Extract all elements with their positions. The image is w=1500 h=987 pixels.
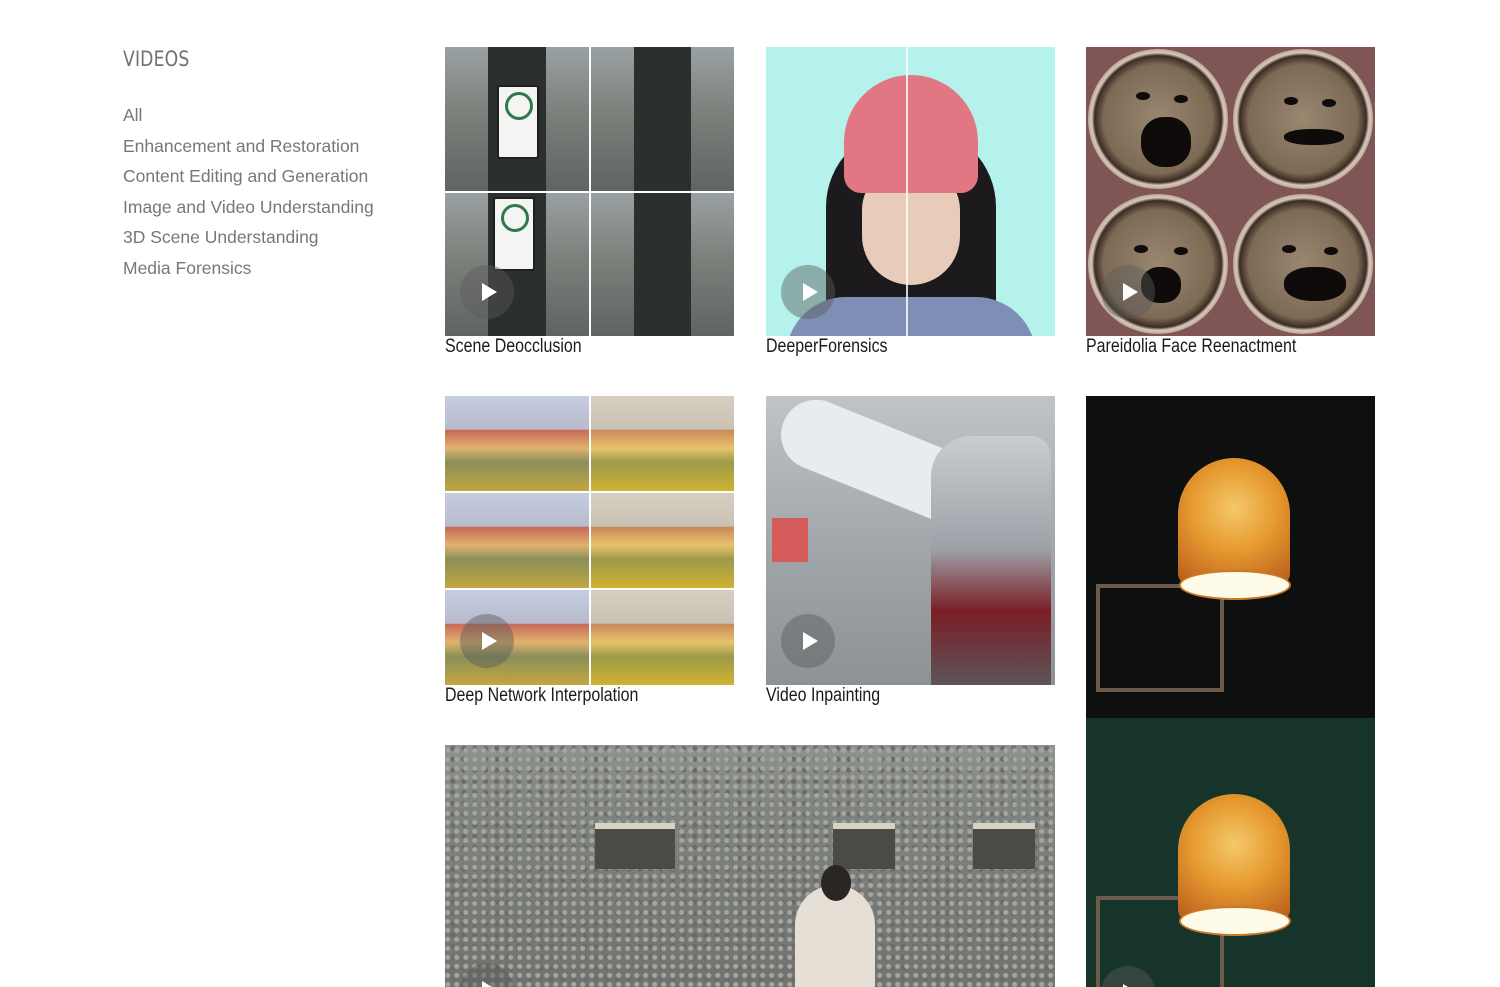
face-eye [1324,247,1338,255]
thumbnail-frame [445,493,589,588]
thumbnail-performer-head [821,865,851,901]
play-icon[interactable] [460,963,514,987]
play-icon[interactable] [460,614,514,668]
face-eye [1284,97,1298,105]
face-eye [1134,245,1148,253]
video-category-sidebar: VIDEOS All Enhancement and Restoration C… [123,44,413,284]
thumbnail-armored-figure [931,436,1051,685]
video-caption[interactable]: DeeperForensics [766,335,888,359]
filter-all[interactable]: All [123,100,413,131]
thumbnail-frame [445,396,589,491]
video-card-scene-deocclusion[interactable]: Scene Deocclusion [445,47,734,357]
filter-media-forensics[interactable]: Media Forensics [123,253,413,284]
video-thumbnail[interactable] [1086,47,1375,336]
video-card-lamp[interactable] [1086,396,1375,987]
video-caption[interactable]: Pareidolia Face Reenactment [1086,335,1296,359]
video-thumbnail[interactable] [766,396,1055,685]
video-card-pareidolia-face-reenactment[interactable]: Pareidolia Face Reenactment [1086,47,1375,357]
face-eye [1322,99,1336,107]
filter-image-video-understanding[interactable]: Image and Video Understanding [123,192,413,223]
parking-sign [493,197,535,271]
thumbnail-frame [590,590,734,685]
thumbnail-stage [973,823,1035,869]
thumbnail-lamp-rim [1179,570,1291,600]
video-card-deeperforensics[interactable]: DeeperForensics [766,47,1055,357]
filter-3d-scene-understanding[interactable]: 3D Scene Understanding [123,222,413,253]
face-mouth [1284,267,1346,301]
video-card-deep-network-interpolation[interactable]: Deep Network Interpolation [445,396,734,706]
thumbnail-stage [595,823,675,869]
face-eye [1282,245,1296,253]
videos-heading: VIDEOS [123,47,190,71]
category-filter-list: All Enhancement and Restoration Content … [123,100,413,284]
face-mouth [1284,129,1344,145]
face-eye [1136,92,1150,100]
coffee-cup [1233,194,1373,334]
play-icon[interactable] [781,614,835,668]
thumbnail-lamp [1178,794,1290,920]
video-card-video-inpainting[interactable]: Video Inpainting [766,396,1055,706]
video-caption[interactable]: Scene Deocclusion [445,335,582,359]
video-thumbnail[interactable] [445,47,734,336]
thumbnail-beanie [844,75,978,193]
face-eye [1174,95,1188,103]
video-caption[interactable]: Video Inpainting [766,684,880,708]
video-thumbnail[interactable] [445,396,734,685]
thumbnail-shelf [1096,584,1224,692]
thumbnail-lamp-rim [1179,906,1291,936]
play-icon[interactable] [460,265,514,319]
thumbnail-frame [590,396,734,491]
thumbnail-red-mark [772,518,808,562]
thumbnail-quadrant [590,47,734,191]
thumbnail-frame [590,493,734,588]
video-thumbnail[interactable] [445,745,1055,987]
thumbnail-quadrant [590,192,734,336]
filter-enhancement-restoration[interactable]: Enhancement and Restoration [123,131,413,162]
face-mouth [1141,117,1191,167]
play-icon[interactable] [1101,265,1155,319]
thumbnail-lamp [1178,458,1290,584]
coffee-cup [1088,194,1228,334]
comparison-divider [906,47,908,336]
video-thumbnail[interactable] [1086,396,1375,987]
thumbnail-stage [833,823,895,869]
filter-content-editing-generation[interactable]: Content Editing and Generation [123,161,413,192]
play-icon[interactable] [781,265,835,319]
video-caption[interactable]: Deep Network Interpolation [445,684,638,708]
face-eye [1174,247,1188,255]
parking-sign [497,85,539,159]
video-thumbnail[interactable] [766,47,1055,336]
coffee-cup [1233,49,1373,189]
video-card-concert[interactable] [445,745,1055,987]
